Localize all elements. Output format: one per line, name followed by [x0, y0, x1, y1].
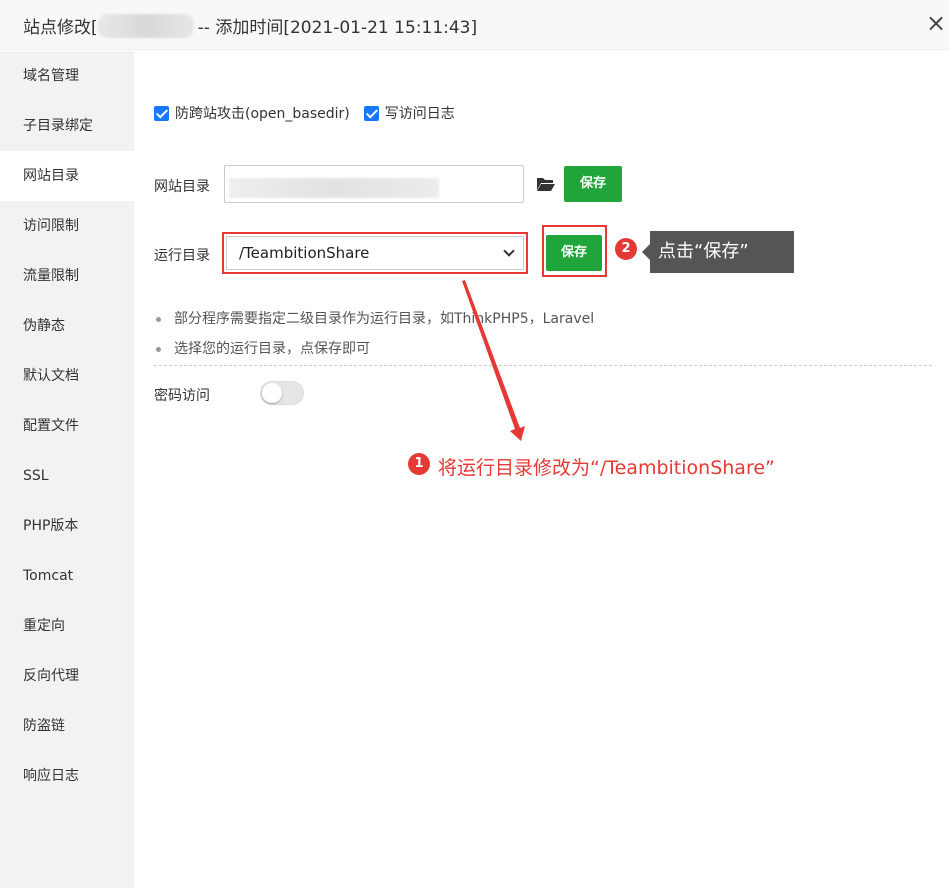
dialog-header: 站点修改[ -- 添加时间[2021-01-21 15:11:43] ×: [0, 0, 949, 50]
sidebar-item-reverse-proxy[interactable]: 反向代理: [0, 651, 134, 701]
toggle-knob: [262, 383, 282, 403]
access-log-label: 写访问日志: [384, 106, 455, 122]
sidebar-item-tomcat[interactable]: Tomcat: [0, 551, 134, 601]
sidebar-item-site-directory[interactable]: 网站目录: [0, 151, 134, 201]
redacted-site-name: [97, 13, 194, 38]
sidebar-item-default-doc[interactable]: 默认文档: [0, 351, 134, 401]
step-2-callout: 点击“保存”: [642, 231, 794, 273]
title-suffix: -- 添加时间[2021-01-21 15:11:43]: [197, 18, 478, 38]
main-panel: 防跨站攻击(open_basedir) 写访问日志 网站目录 保存 运行目录 /…: [134, 51, 949, 888]
close-icon[interactable]: ×: [925, 11, 947, 35]
title-prefix: 站点修改[: [23, 18, 98, 38]
sidebar-item-config-file[interactable]: 配置文件: [0, 401, 134, 451]
password-access-label: 密码访问: [154, 388, 210, 404]
sidebar-item-php-version[interactable]: PHP版本: [0, 501, 134, 551]
site-dir-label: 网站目录: [154, 179, 210, 195]
redacted-path: [229, 178, 439, 198]
divider: [154, 365, 932, 366]
tip-item: 部分程序需要指定二级目录作为运行目录，如ThinkPHP5，Laravel: [154, 309, 594, 339]
step-1-annotation: 将运行目录修改为“/TeambitionShare”: [438, 457, 775, 479]
sidebar-item-ssl[interactable]: SSL: [0, 451, 134, 501]
open-basedir-checkbox[interactable]: [154, 105, 169, 121]
sidebar-item-hotlink-protection[interactable]: 防盗链: [0, 701, 134, 751]
run-dir-select[interactable]: /TeambitionShare: [226, 236, 524, 270]
tips-list: 部分程序需要指定二级目录作为运行目录，如ThinkPHP5，Laravel 选择…: [154, 309, 594, 369]
run-dir-highlight-box: /TeambitionShare: [222, 232, 528, 274]
run-dir-save-button[interactable]: 保存: [546, 235, 602, 271]
sidebar-item-subdir-binding[interactable]: 子目录绑定: [0, 101, 134, 151]
site-dir-input[interactable]: [224, 165, 524, 203]
run-dir-label: 运行目录: [154, 248, 210, 264]
step-2-badge: 2: [615, 238, 637, 260]
password-access-toggle[interactable]: [260, 381, 304, 405]
sidebar-item-rewrite[interactable]: 伪静态: [0, 301, 134, 351]
chevron-down-icon: [503, 245, 515, 257]
sidebar-item-redirect[interactable]: 重定向: [0, 601, 134, 651]
run-dir-select-value: /TeambitionShare: [239, 244, 370, 262]
options-row: 防跨站攻击(open_basedir) 写访问日志: [154, 103, 469, 123]
site-dir-save-button[interactable]: 保存: [564, 166, 622, 202]
sidebar: 域名管理 子目录绑定 网站目录 访问限制 流量限制 伪静态 默认文档 配置文件 …: [0, 51, 134, 888]
sidebar-item-domain[interactable]: 域名管理: [0, 51, 134, 101]
sidebar-item-access-limit[interactable]: 访问限制: [0, 201, 134, 251]
folder-open-icon[interactable]: [536, 175, 556, 193]
sidebar-item-traffic-limit[interactable]: 流量限制: [0, 251, 134, 301]
sidebar-item-response-log[interactable]: 响应日志: [0, 751, 134, 801]
access-log-checkbox[interactable]: [363, 105, 379, 121]
open-basedir-label: 防跨站攻击(open_basedir): [175, 106, 350, 122]
dialog-title: 站点修改[ -- 添加时间[2021-01-21 15:11:43]: [23, 13, 477, 38]
step-1-badge: 1: [408, 453, 430, 475]
